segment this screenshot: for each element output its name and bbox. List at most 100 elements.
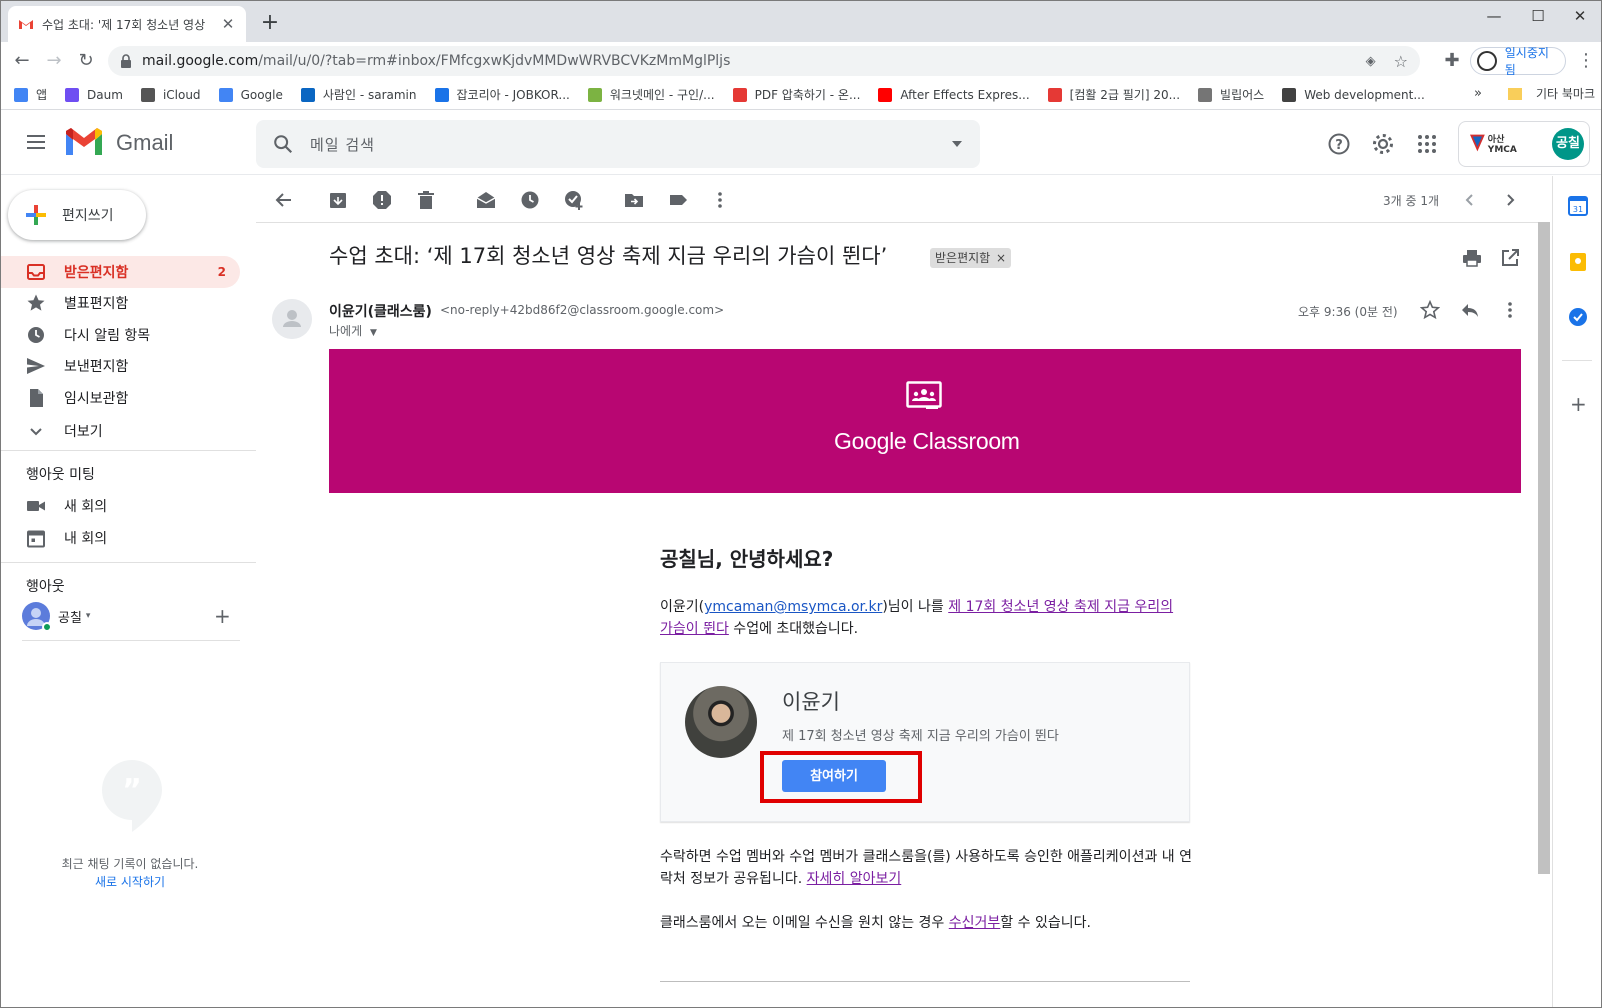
label-icon[interactable] xyxy=(668,190,688,210)
sender-avatar-icon[interactable] xyxy=(272,299,312,339)
bookmarks-overflow-icon[interactable]: » xyxy=(1474,86,1482,101)
unsub-suffix: 할 수 있습니다. xyxy=(1000,915,1091,931)
bookmark-item[interactable]: [컴활 2급 필기] 20... xyxy=(1047,86,1180,103)
sidebar-divider xyxy=(0,562,256,563)
sidebar-item-starred[interactable]: 별표편지함 xyxy=(0,287,240,319)
ymca-emblem-icon xyxy=(1470,134,1485,152)
newer-chevron-left-icon[interactable] xyxy=(1460,190,1480,210)
more-options-icon[interactable] xyxy=(710,190,730,210)
browser-tab[interactable]: 수업 초대: '제 17회 청소년 영상 ✕ xyxy=(8,6,246,42)
apps-grid-icon xyxy=(14,87,28,102)
sidebar-item-snoozed[interactable]: 다시 알림 항목 xyxy=(0,319,240,351)
delete-icon[interactable] xyxy=(416,190,436,210)
print-icon[interactable] xyxy=(1462,248,1482,268)
browser-menu-icon[interactable]: ⋮ xyxy=(1574,50,1598,74)
bookmark-item[interactable]: After Effects Expres... xyxy=(878,87,1030,102)
scrollbar-thumb[interactable] xyxy=(1538,222,1550,874)
teacher-name: 이윤기 xyxy=(782,690,840,714)
star-message-icon[interactable] xyxy=(1420,300,1440,320)
start-chat-link[interactable]: 새로 시작하기 xyxy=(0,873,260,890)
folder-icon xyxy=(1508,87,1522,100)
message-more-icon[interactable] xyxy=(1500,300,1520,320)
bookmark-item[interactable]: Daum xyxy=(65,87,123,102)
forward-icon[interactable]: → xyxy=(42,50,66,74)
unsubscribe-paragraph: 클래스룸에서 오는 이메일 수신을 원치 않는 경우 수신거부할 수 있습니다. xyxy=(660,912,1091,932)
back-to-inbox-icon[interactable] xyxy=(274,190,294,210)
bookmark-item[interactable]: 워크넷메인 - 구인/... xyxy=(587,86,715,103)
address-bar[interactable]: mail.google.com/mail/u/0/?tab=rm#inbox/F… xyxy=(108,46,1420,76)
search-input[interactable]: 메일 검색 xyxy=(310,134,950,155)
bookmark-item[interactable]: 사람인 - saramin xyxy=(300,86,417,103)
hangouts-avatar xyxy=(22,602,52,632)
bookmark-item[interactable]: Web development... xyxy=(1282,87,1425,102)
invite-middle: )님이 나를 xyxy=(882,599,949,615)
profile-button[interactable]: 일시중지됨 xyxy=(1470,46,1566,77)
worknet-icon xyxy=(587,87,602,102)
search-bar[interactable]: 메일 검색 xyxy=(256,120,980,168)
reply-icon[interactable] xyxy=(1460,300,1480,320)
sender-name[interactable]: 이윤기(클래스룸) xyxy=(329,301,432,321)
snooze-icon[interactable] xyxy=(520,190,540,210)
back-icon[interactable]: ← xyxy=(10,50,34,74)
hangouts-user[interactable]: 공칠 ▾ xyxy=(22,602,91,632)
help-icon[interactable]: ? xyxy=(1327,132,1351,156)
other-bookmarks[interactable]: 기타 북마크 xyxy=(1508,85,1595,102)
sidebar-item-label: 더보기 xyxy=(64,424,103,440)
search-options-icon[interactable] xyxy=(950,139,964,149)
bookmark-label: 앱 xyxy=(36,88,48,102)
bookmark-star-icon[interactable]: ☆ xyxy=(1394,52,1408,71)
bookmark-item[interactable]: 빌립어스 xyxy=(1198,86,1264,103)
linkedin-icon xyxy=(300,87,315,102)
apps-grid-icon[interactable] xyxy=(1415,132,1439,156)
account-avatar[interactable]: 공칠 xyxy=(1552,128,1584,160)
eye-icon[interactable]: ◈ xyxy=(1366,54,1376,69)
sidebar-item-drafts[interactable]: 임시보관함 xyxy=(0,382,240,414)
new-tab-icon[interactable]: + xyxy=(258,12,282,36)
teacher-email-link[interactable]: ymcaman@msymca.or.kr xyxy=(704,599,882,615)
bookmark-item[interactable]: Google xyxy=(218,87,283,102)
send-icon xyxy=(27,358,45,374)
bookmark-item[interactable]: PDF 압축하기 - 온... xyxy=(732,86,860,103)
sidebar-divider xyxy=(0,450,256,451)
main-menu-icon[interactable] xyxy=(24,130,48,154)
minimize-icon[interactable]: — xyxy=(1474,4,1514,28)
sidebar-item-more[interactable]: 더보기 xyxy=(0,415,240,447)
calendar-app-icon[interactable]: 31 xyxy=(1568,196,1588,216)
tasks-app-icon[interactable] xyxy=(1568,307,1588,327)
extensions-icon[interactable]: ✚ xyxy=(1440,50,1464,74)
bookmark-item[interactable]: iCloud xyxy=(140,87,201,102)
bookmark-item[interactable]: 잡코리아 - JOBKOR... xyxy=(434,86,570,103)
older-chevron-right-icon[interactable] xyxy=(1500,190,1520,210)
keep-app-icon[interactable] xyxy=(1568,252,1588,272)
recipient-details[interactable]: 나에게 ▼ xyxy=(329,322,377,339)
my-meetings-item[interactable]: 내 회의 xyxy=(0,522,240,554)
add-to-tasks-icon[interactable] xyxy=(564,190,584,210)
recipient-dropdown-icon[interactable]: ▼ xyxy=(370,328,377,338)
inbox-label-chip[interactable]: 받은편지함 × xyxy=(930,248,1012,268)
open-in-new-window-icon[interactable] xyxy=(1500,248,1520,268)
learn-more-link[interactable]: 자세히 알아보기 xyxy=(807,871,902,887)
compose-button[interactable]: 편지쓰기 xyxy=(8,190,146,240)
add-contact-icon[interactable]: + xyxy=(214,604,231,628)
sidebar-item-sent[interactable]: 보낸편지함 xyxy=(0,350,240,382)
add-addon-icon[interactable]: + xyxy=(1570,392,1587,416)
status-dropdown-icon[interactable]: ▾ xyxy=(86,611,91,621)
report-spam-icon[interactable] xyxy=(372,190,392,210)
bookmark-item[interactable]: 앱 xyxy=(14,86,47,103)
hand-icon xyxy=(1198,87,1213,102)
unsubscribe-link[interactable]: 수신거부 xyxy=(949,915,1001,931)
star-icon xyxy=(27,294,45,311)
close-window-icon[interactable]: ✕ xyxy=(1560,4,1600,28)
close-tab-icon[interactable]: ✕ xyxy=(220,15,236,33)
settings-gear-icon[interactable] xyxy=(1371,132,1395,156)
search-icon[interactable] xyxy=(272,133,294,155)
reload-icon[interactable]: ↻ xyxy=(74,50,98,74)
archive-icon[interactable] xyxy=(328,190,348,210)
sidebar-item-inbox[interactable]: 받은편지함 2 xyxy=(0,256,240,288)
ymca-org-name: 아산YMCA xyxy=(1487,134,1517,155)
remove-label-icon[interactable]: × xyxy=(996,251,1006,265)
move-to-icon[interactable] xyxy=(624,190,644,210)
mark-unread-icon[interactable] xyxy=(476,190,496,210)
new-meeting-item[interactable]: 새 회의 xyxy=(0,490,240,522)
maximize-icon[interactable]: ☐ xyxy=(1518,4,1558,28)
